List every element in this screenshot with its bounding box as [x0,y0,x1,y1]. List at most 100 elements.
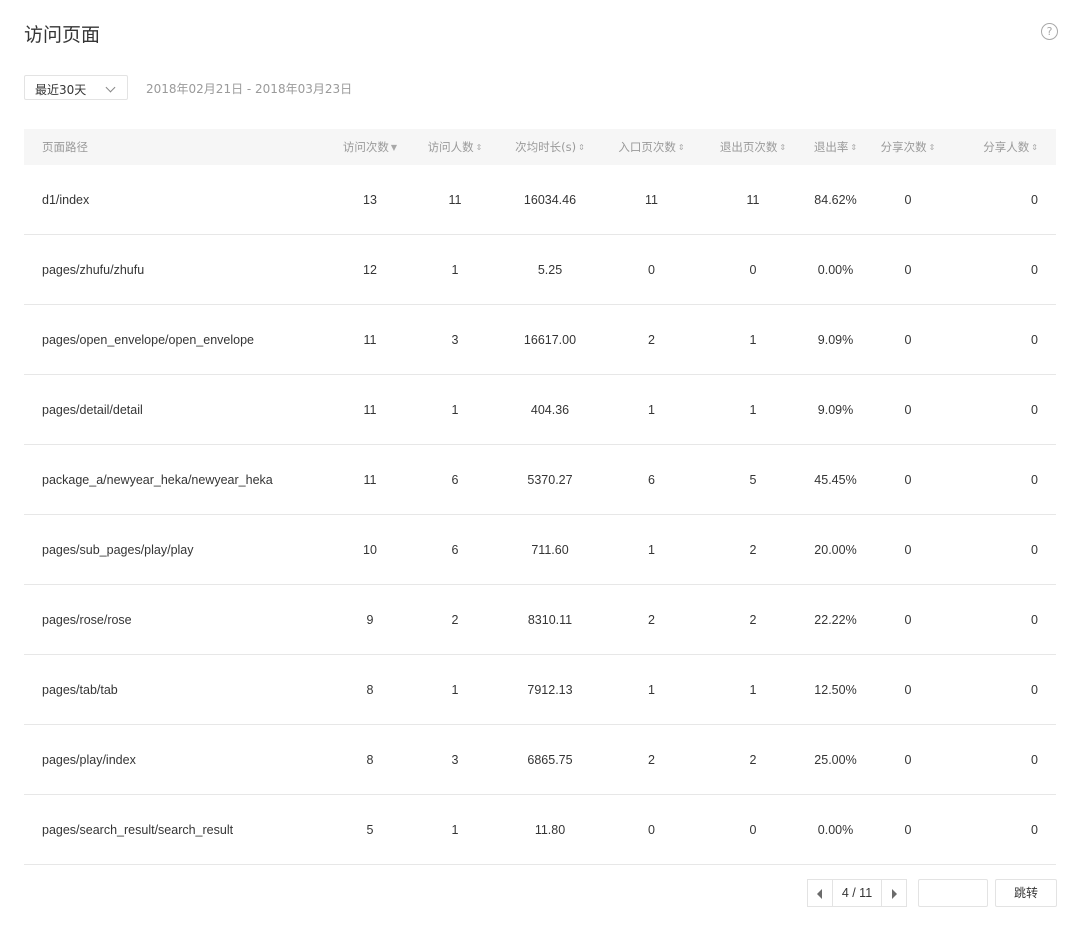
table-cell: 0 [938,724,1056,795]
sort-icon: ⇕ [677,143,685,152]
table-cell: 0 [938,514,1056,585]
table-cell: 0 [713,794,793,865]
table-cell: 16617.00 [510,304,590,375]
sort-icon: ⇕ [475,143,483,152]
page-path-cell: pages/tab/tab [24,654,340,725]
table-cell: 11 [400,165,510,235]
prev-page-button[interactable] [807,879,833,907]
table-cell: 0.00% [793,234,878,305]
table-cell: 1 [400,234,510,305]
table-cell: 2 [400,584,510,655]
table-cell: 0 [878,374,938,445]
page-path-cell: pages/detail/detail [24,374,340,445]
table-cell: 1 [590,514,713,585]
page-path-cell: pages/sub_pages/play/play [24,514,340,585]
table-cell: 3 [400,304,510,375]
table-cell: 11 [713,165,793,235]
table-cell: 711.60 [510,514,590,585]
table-cell: 9 [340,584,400,655]
table-cell: 8310.11 [510,584,590,655]
table-cell: 0 [938,794,1056,865]
page-path-cell: d1/index [24,165,340,235]
table-cell: 0 [938,304,1056,375]
column-header[interactable]: 次均时长(s) ⇕ [510,129,590,165]
caret-left-icon [817,889,822,899]
table-row: pages/search_result/search_result 5 1 11.80… [24,794,1056,865]
pages-table: 页面路径 访问次数 ▼ 访问人数 ⇕ 次均时长(s) ⇕ 入口页次数 ⇕ 退出页次数 ⇕ 退出率 ⇕ 分享… [24,129,1056,865]
column-header-label: 分享次数 [880,140,927,154]
table-cell: 16034.46 [510,165,590,235]
table-cell: 1 [400,654,510,725]
table-cell: 8 [340,654,400,725]
table-cell: 5 [340,794,400,865]
caret-right-icon [892,889,897,899]
table-cell: 1 [400,374,510,445]
table-cell: 0 [878,234,938,305]
sort-desc-icon: ▼ [390,143,398,152]
table-cell: 3 [400,724,510,795]
page-indicator: 4 / 11 [833,879,881,907]
column-header[interactable]: 访问次数 ▼ [340,129,400,165]
column-header[interactable]: 入口页次数 ⇕ [590,129,713,165]
table-row: pages/sub_pages/play/play 10 6 711.60 1 2 20.0… [24,514,1056,585]
table-cell: 0 [878,444,938,515]
table-cell: 11.80 [510,794,590,865]
table-cell: 2 [713,584,793,655]
chevron-down-icon [105,82,116,93]
jump-button[interactable]: 跳转 [995,879,1057,907]
sort-icon: ⇕ [779,143,787,152]
column-header[interactable]: 访问人数 ⇕ [400,129,510,165]
table-cell: 2 [713,724,793,795]
table-cell: 0 [938,165,1056,235]
date-range-select-value: 最近30天 [35,83,87,97]
column-header[interactable]: 分享人数 ⇕ [938,129,1056,165]
table-cell: 22.22% [793,584,878,655]
table-row: package_a/newyear_heka/newyear_heka 11 6 53… [24,444,1056,515]
table-cell: 6 [400,444,510,515]
jump-page-input[interactable] [918,879,988,907]
table-cell: 0 [938,654,1056,725]
table-cell: 11 [590,165,713,235]
table-cell: 2 [713,514,793,585]
page-title: 访问页面 [24,24,101,46]
column-header[interactable]: 分享次数 ⇕ [878,129,938,165]
help-icon[interactable]: ? [1041,23,1058,40]
table-cell: 2 [590,724,713,795]
table-row: pages/open_envelope/open_envelope 11 3 1661… [24,304,1056,375]
table-cell: 0.00% [793,794,878,865]
sort-icon: ⇕ [850,143,858,152]
page-path-cell: pages/open_envelope/open_envelope [24,304,340,375]
table-header-row: 页面路径 访问次数 ▼ 访问人数 ⇕ 次均时长(s) ⇕ 入口页次数 ⇕ 退出页次数 ⇕ 退出率 ⇕ 分享… [24,129,1056,165]
column-header[interactable]: 退出率 ⇕ [793,129,878,165]
column-header-label: 入口页次数 [618,140,676,154]
table-cell: 0 [878,724,938,795]
table-cell: 1 [590,374,713,445]
date-range-text: 2018年02月21日 - 2018年03月23日 [146,82,353,96]
table-cell: 0 [938,444,1056,515]
table-cell: 1 [713,654,793,725]
column-header[interactable]: 退出页次数 ⇕ [713,129,793,165]
table-cell: 9.09% [793,304,878,375]
table-cell: 0 [938,584,1056,655]
table-cell: 5.25 [510,234,590,305]
table-cell: 1 [590,654,713,725]
table-cell: 25.00% [793,724,878,795]
table-cell: 0 [878,304,938,375]
date-range-select[interactable]: 最近30天 [24,75,128,100]
table-cell: 0 [938,234,1056,305]
table-cell: 2 [590,304,713,375]
table-cell: 0 [713,234,793,305]
column-header-label: 访问次数 [342,140,389,154]
sort-icon: ⇕ [928,143,936,152]
table-row: pages/rose/rose 9 2 8310.11 2 2 22.22% 0 0 [24,584,1056,655]
table-row: pages/tab/tab 8 1 7912.13 1 1 12.50% 0 0 [24,654,1056,725]
table-row: pages/zhufu/zhufu 12 1 5.25 0 0 0.00% 0 0 [24,234,1056,305]
table-cell: 404.36 [510,374,590,445]
next-page-button[interactable] [881,879,907,907]
table-cell: 9.09% [793,374,878,445]
table-cell: 6 [400,514,510,585]
table-cell: 84.62% [793,165,878,235]
table-cell: 0 [878,165,938,235]
column-header-label: 退出页次数 [719,140,778,154]
table-cell: 5 [713,444,793,515]
